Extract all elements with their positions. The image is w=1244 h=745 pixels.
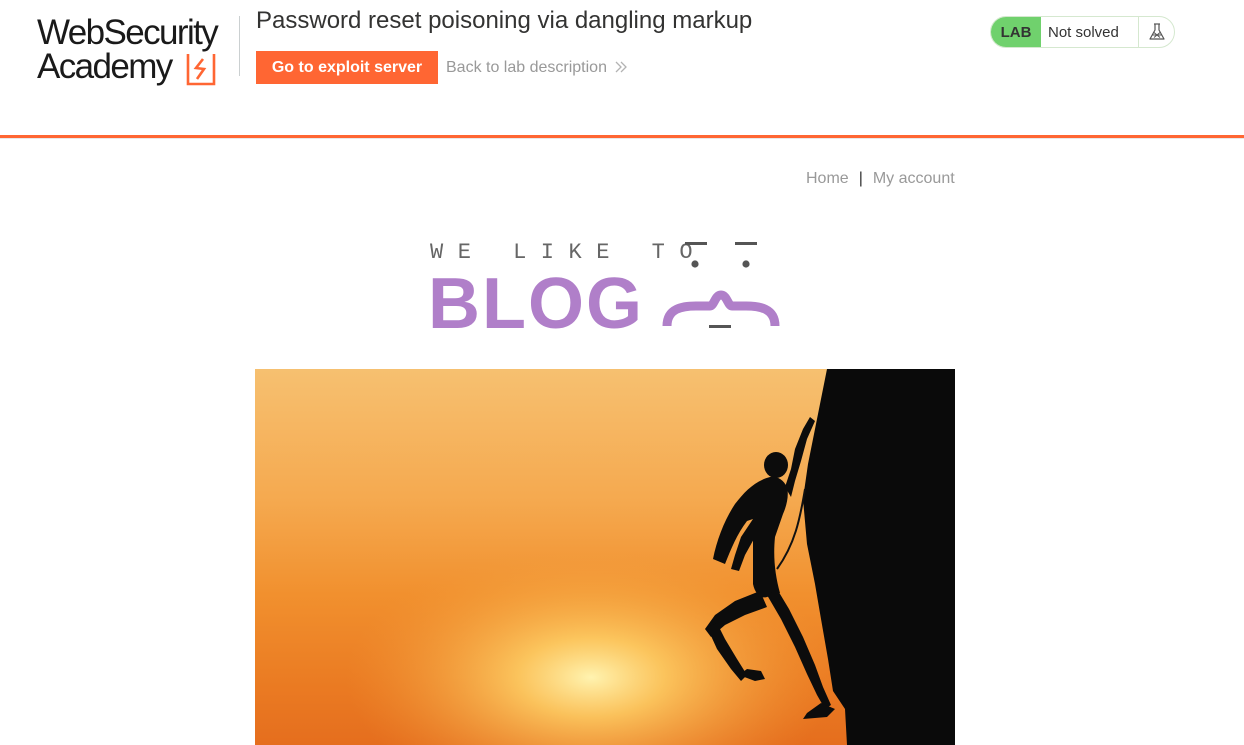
blog-tagline: WE LIKE TO [430,240,707,265]
logo-text-line2: Academy [37,47,173,86]
go-to-exploit-server-button[interactable]: Go to exploit server [256,51,438,84]
web-security-academy-logo[interactable]: WebSecurity Academy [36,14,236,88]
chevrons-right-icon [615,61,627,73]
lab-status-widget: LAB Not solved [990,16,1175,48]
hero-image [255,369,955,745]
academy-logo-mark-icon [186,54,216,86]
lab-badge: LAB [991,17,1041,47]
lab-title: Password reset poisoning via dangling ma… [256,7,753,34]
my-account-link[interactable]: My account [873,170,955,187]
back-to-lab-description-label: Back to lab description [446,59,607,76]
header-bottom-border [0,138,1244,139]
blog-title: BLOG [428,264,644,334]
lab-status-text: Not solved [1048,24,1119,41]
home-link[interactable]: Home [806,170,849,187]
lab-status-icon-box [1138,17,1175,47]
blog-banner: WE LIKE TO BLOG [428,238,782,344]
climber-sunset-image [255,369,955,745]
back-to-lab-description-link[interactable]: Back to lab description [446,51,627,84]
nav-separator: | [858,170,863,187]
site-top-links: Home | My account [806,169,955,189]
academy-lab-header: WebSecurity Academy Password reset poiso… [0,0,1244,139]
flask-icon [1149,23,1165,40]
header-divider [239,16,240,76]
blog-banner-graphic: WE LIKE TO BLOG [428,240,780,344]
